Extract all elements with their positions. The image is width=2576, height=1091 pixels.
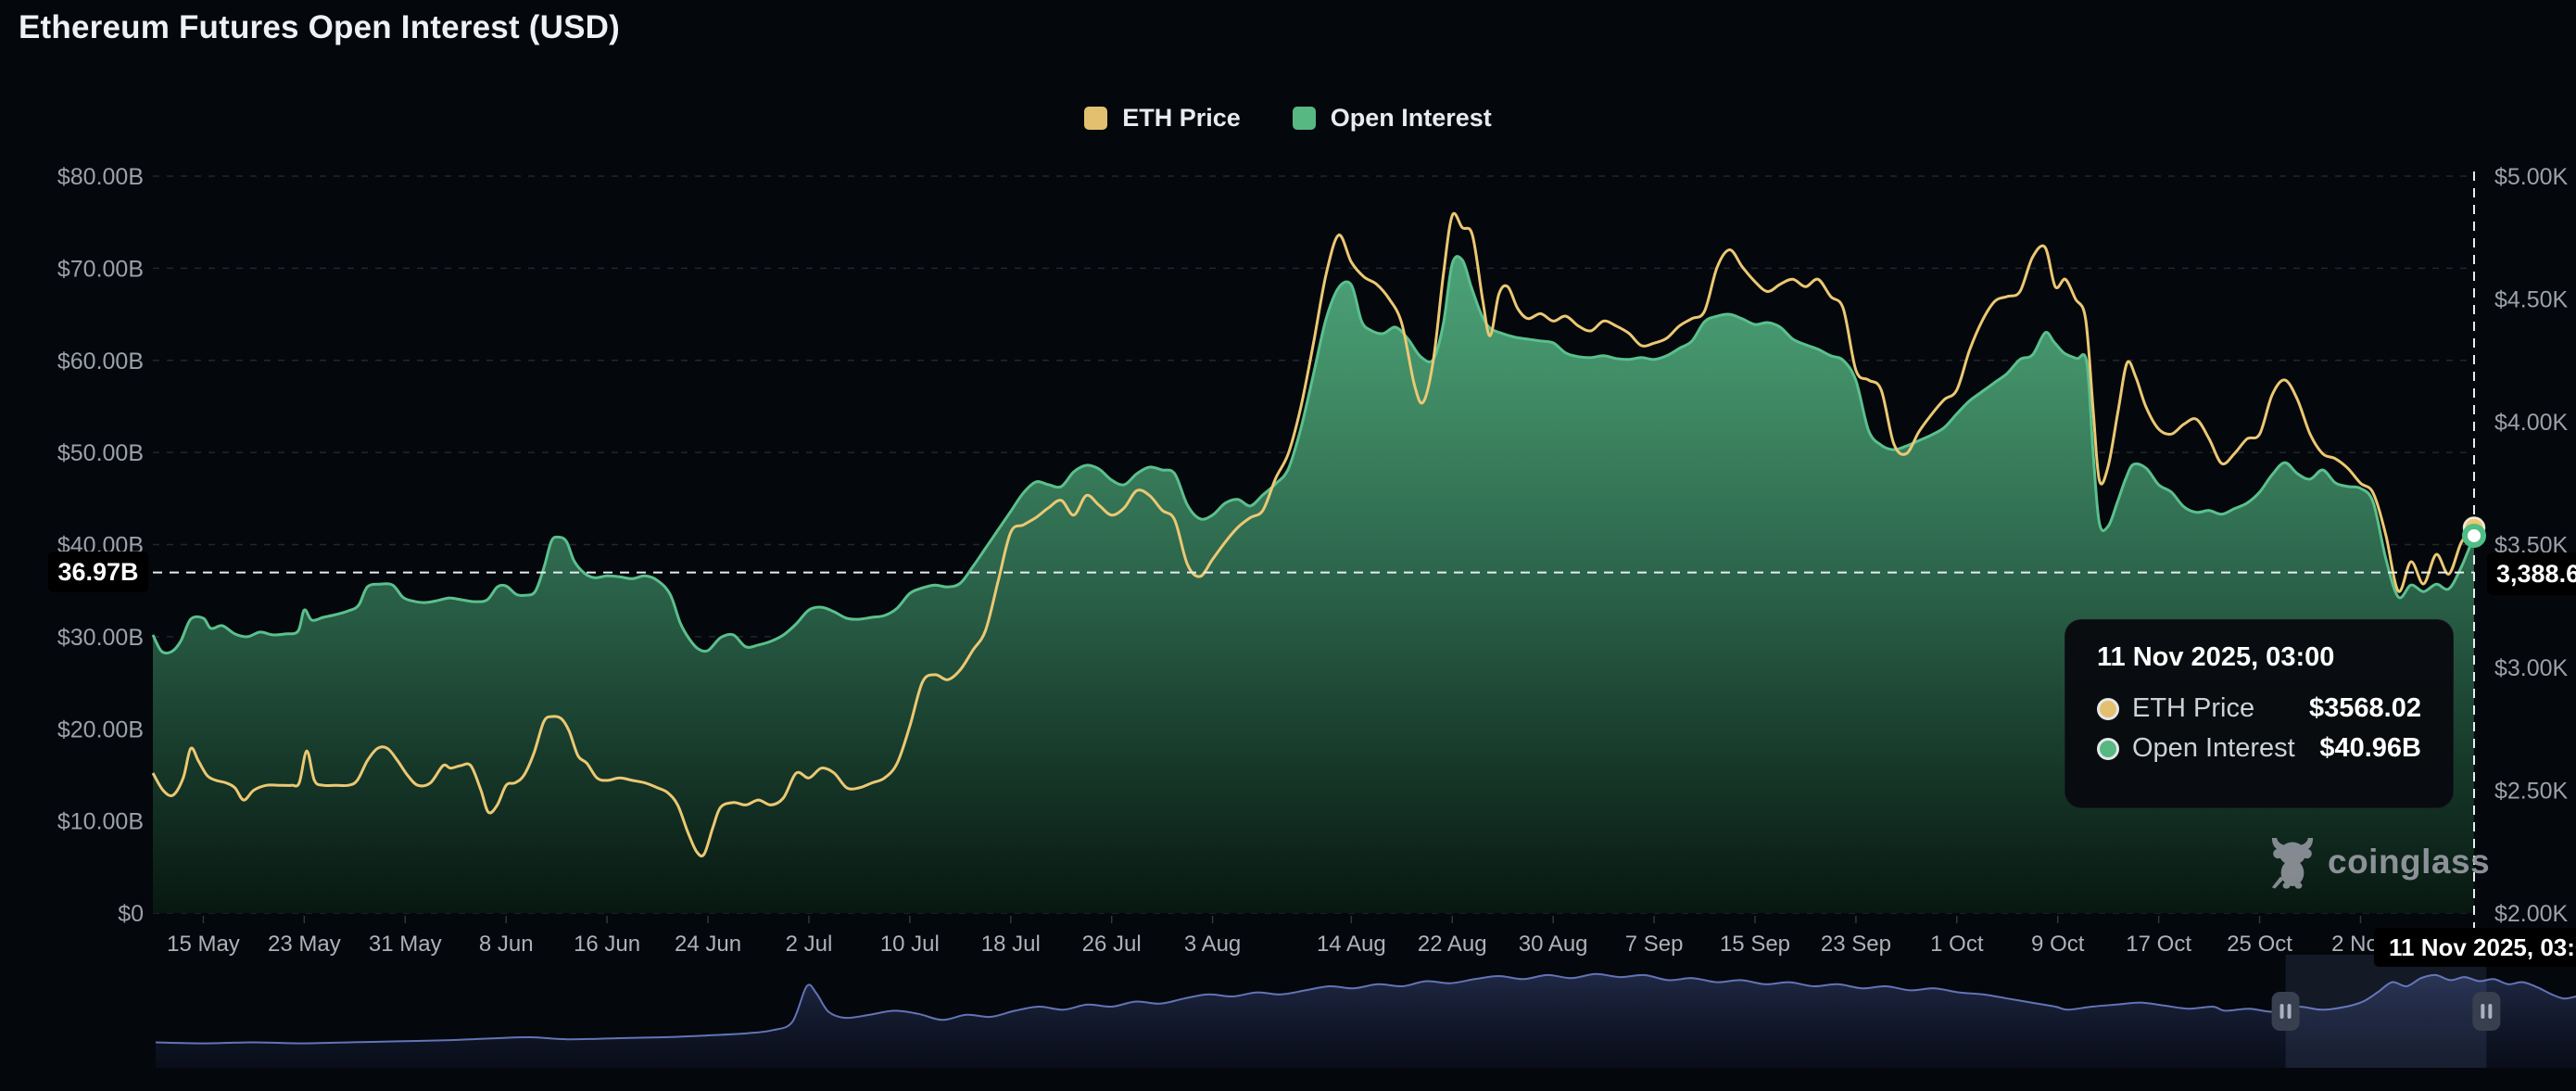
open-interest-marker-icon: [2465, 526, 2483, 545]
x-axis-tick: 14 Aug: [1317, 932, 1386, 957]
right-axis-tick: $4.50K: [2494, 287, 2569, 313]
x-axis-tick: 9 Oct: [2031, 932, 2085, 957]
left-axis-tick: $30.00B: [57, 625, 144, 651]
x-axis-tick: 7 Sep: [1625, 932, 1684, 957]
x-axis-tick: 24 Jun: [675, 932, 741, 957]
x-axis-tick: 3 Aug: [1184, 932, 1241, 957]
x-axis-tick: 18 Jul: [981, 932, 1041, 957]
eth-price-dot-icon: [2097, 698, 2119, 720]
x-axis-tick: 2 Jul: [786, 932, 833, 957]
x-axis-tick: 30 Aug: [1519, 932, 1588, 957]
x-axis-tick: 23 May: [268, 932, 341, 957]
x-axis-tick: 26 Jul: [1082, 932, 1142, 957]
x-axis-tick: 17 Oct: [2126, 932, 2191, 957]
navigator[interactable]: [156, 955, 2576, 1068]
left-axis-tick: $20.00B: [57, 717, 144, 742]
crosshair-right-value: 3,388.65: [2487, 552, 2576, 595]
tooltip-row-open-interest: Open Interest $40.96B: [2097, 733, 2421, 764]
main-chart[interactable]: $80.00B$70.00B$60.00B$50.00B$40.00B$30.0…: [0, 0, 2576, 1091]
tooltip-date: 11 Nov 2025, 03:00: [2097, 642, 2421, 673]
tooltip: 11 Nov 2025, 03:00 ETH Price $3568.02 Op…: [2065, 619, 2454, 808]
right-axis-tick: $3.00K: [2494, 655, 2569, 681]
tooltip-value: $40.96B: [2319, 733, 2421, 764]
coinglass-watermark: coinglass: [2268, 835, 2490, 889]
x-axis-tick: 25 Oct: [2227, 932, 2292, 957]
x-axis-tick: 22 Aug: [1418, 932, 1487, 957]
crosshair-left-value: 36.97B: [48, 552, 148, 592]
right-axis-tick: $5.00K: [2494, 164, 2569, 190]
tooltip-label: Open Interest: [2132, 733, 2295, 764]
x-axis-tick: 31 May: [369, 932, 442, 957]
right-axis-tick: $2.00K: [2494, 901, 2569, 927]
x-axis-tick: 8 Jun: [479, 932, 534, 957]
navigator-handle-right[interactable]: [2472, 992, 2500, 1031]
tooltip-row-eth-price: ETH Price $3568.02: [2097, 693, 2421, 724]
coinglass-chart-page: Ethereum Futures Open Interest (USD) ETH…: [0, 0, 2576, 1091]
right-axis-tick: $2.50K: [2494, 779, 2569, 805]
x-axis-tick: 10 Jul: [880, 932, 940, 957]
x-axis-tick: 23 Sep: [1821, 932, 1891, 957]
x-axis-tick: 15 Sep: [1720, 932, 1790, 957]
tooltip-label: ETH Price: [2132, 693, 2254, 724]
watermark-text: coinglass: [2328, 843, 2490, 882]
left-axis-tick: $70.00B: [57, 256, 144, 282]
coinglass-bull-icon: [2268, 835, 2317, 889]
crosshair-date-label: 11 Nov 2025, 03:00: [2374, 928, 2576, 967]
left-axis-tick: $80.00B: [57, 164, 144, 190]
x-axis-tick: 1 Oct: [1930, 932, 1984, 957]
navigator-selection[interactable]: [2286, 955, 2487, 1068]
left-axis-tick: $60.00B: [57, 349, 144, 374]
right-axis-tick: $4.00K: [2494, 410, 2569, 436]
open-interest-dot-icon: [2097, 738, 2119, 760]
left-axis-tick: $50.00B: [57, 440, 144, 466]
left-axis-tick: $10.00B: [57, 809, 144, 835]
x-axis-tick: 16 Jun: [574, 932, 640, 957]
left-axis-tick: $0: [118, 901, 144, 927]
navigator-area: [156, 974, 2576, 1068]
navigator-handle-left[interactable]: [2272, 992, 2300, 1031]
x-axis-tick: 15 May: [167, 932, 240, 957]
tooltip-value: $3568.02: [2309, 693, 2421, 724]
